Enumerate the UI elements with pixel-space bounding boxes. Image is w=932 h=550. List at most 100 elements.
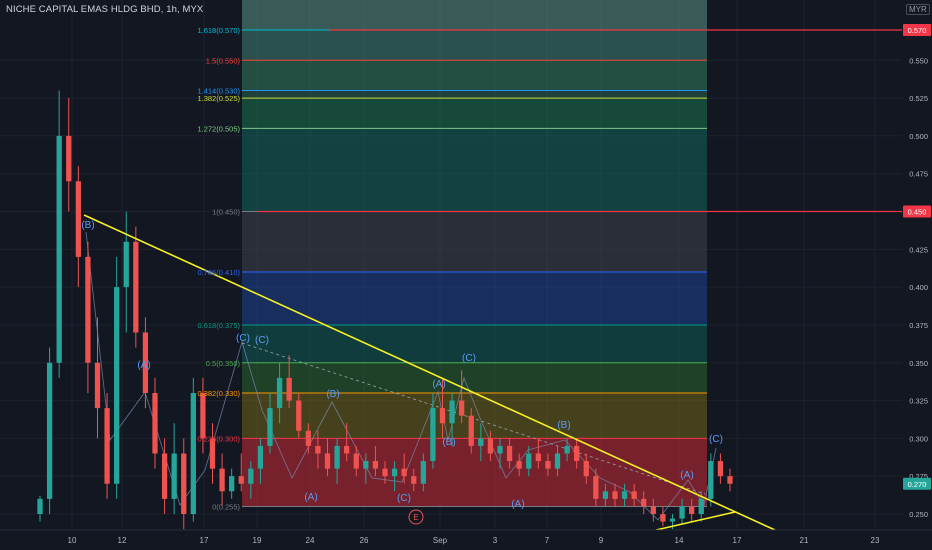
wave-label: (C) bbox=[462, 353, 476, 364]
candle bbox=[344, 445, 350, 454]
price-tag-label: 0.450 bbox=[908, 208, 927, 217]
candle bbox=[564, 445, 570, 454]
fib-zone bbox=[242, 272, 707, 325]
candle bbox=[372, 461, 379, 469]
fib-level-label: 0.618(0.375) bbox=[197, 321, 240, 330]
candle bbox=[631, 491, 637, 499]
candle bbox=[602, 491, 609, 499]
price-tick-label: 0.300 bbox=[909, 434, 928, 443]
time-axis[interactable]: 10 12 17 19 24 26 Sep 3 7 9 14 17 21 23 bbox=[0, 529, 932, 550]
candle bbox=[248, 468, 254, 484]
time-tick-label: 9 bbox=[599, 536, 604, 545]
candle bbox=[612, 491, 618, 499]
price-tag-label: 0.570 bbox=[908, 26, 927, 35]
time-tick-label: 10 bbox=[68, 536, 77, 545]
price-tick-label: 0.500 bbox=[909, 132, 928, 141]
candle bbox=[669, 518, 676, 522]
time-tick-label: 23 bbox=[871, 536, 880, 545]
candle bbox=[516, 461, 522, 469]
price-chart[interactable]: 0(0.255) 0.236(0.300) 0.382(0.330) 0.5(0.35… bbox=[0, 0, 932, 550]
wave-label: (C) bbox=[236, 333, 250, 344]
candle bbox=[535, 453, 541, 462]
candle bbox=[411, 476, 417, 484]
currency-badge[interactable]: MYR bbox=[906, 4, 930, 15]
price-tick-label: 0.375 bbox=[909, 321, 928, 330]
candle bbox=[593, 476, 599, 499]
time-tick-label: 17 bbox=[200, 536, 209, 545]
candle bbox=[717, 461, 724, 477]
time-tick-label: 17 bbox=[733, 536, 742, 545]
time-tick-label: 21 bbox=[800, 536, 809, 545]
price-tick-label: 0.525 bbox=[909, 94, 928, 103]
candle bbox=[430, 408, 436, 462]
wave-label: (A) bbox=[511, 499, 524, 510]
candle bbox=[181, 453, 187, 514]
wave-label: (C) bbox=[709, 434, 723, 445]
wave-label: (B) bbox=[442, 437, 455, 448]
time-tick-label: 14 bbox=[675, 536, 684, 545]
fib-zone bbox=[242, 362, 707, 393]
candle bbox=[449, 400, 455, 424]
candle bbox=[382, 468, 388, 477]
fib-zone bbox=[242, 211, 707, 272]
candle bbox=[114, 287, 120, 484]
candle bbox=[267, 408, 273, 446]
candle bbox=[123, 241, 129, 288]
candle bbox=[574, 445, 580, 462]
fib-level-label: 1.272(0.505) bbox=[197, 124, 240, 133]
fib-level-label: 1.618(0.570) bbox=[197, 26, 240, 35]
wave-label: (A) bbox=[680, 470, 693, 481]
price-tick-label: 0.475 bbox=[909, 170, 928, 179]
candle bbox=[37, 498, 43, 514]
candle bbox=[526, 453, 532, 469]
candle bbox=[104, 408, 110, 484]
time-tick-label: 19 bbox=[253, 536, 262, 545]
candle bbox=[621, 491, 628, 499]
candle bbox=[583, 461, 589, 477]
price-axis-bg bbox=[902, 0, 932, 550]
fib-level-label: 1.5(0.550) bbox=[206, 56, 241, 65]
candle bbox=[305, 430, 311, 446]
candle bbox=[468, 415, 474, 446]
candle bbox=[276, 377, 283, 409]
candle bbox=[85, 256, 91, 363]
fib-zone bbox=[242, 98, 707, 129]
time-tick-label: 3 bbox=[493, 536, 498, 545]
candle bbox=[324, 453, 331, 469]
candle bbox=[315, 445, 321, 454]
candle bbox=[497, 445, 503, 454]
candle bbox=[75, 181, 81, 257]
price-tag-label: 0.270 bbox=[908, 480, 927, 489]
candle bbox=[420, 461, 426, 484]
wave-label: (A) bbox=[432, 379, 445, 390]
wave-label: E bbox=[413, 513, 418, 522]
candle bbox=[363, 461, 369, 469]
candle bbox=[296, 400, 302, 431]
wave-label: (B) bbox=[557, 420, 570, 431]
fib-level-label: 0.786(0.410) bbox=[197, 268, 240, 277]
candle bbox=[171, 453, 177, 499]
fibonacci-labels: 0(0.255) 0.236(0.300) 0.382(0.330) 0.5(0.35… bbox=[197, 26, 240, 511]
price-tick-label: 0.400 bbox=[909, 283, 928, 292]
chart-title: NICHE CAPITAL EMAS HLDG BHD, 1h, MYX bbox=[6, 4, 204, 15]
candle bbox=[161, 453, 168, 499]
candle bbox=[66, 135, 72, 182]
candle bbox=[219, 468, 225, 492]
time-tick-label: 12 bbox=[118, 536, 127, 545]
price-axis[interactable]: 0.550 0.525 0.500 0.475 0.450 0.425 0.400 0.375… bbox=[902, 0, 932, 550]
candle bbox=[133, 241, 139, 333]
candle bbox=[46, 362, 53, 499]
candle bbox=[229, 476, 235, 492]
time-tick-label: 7 bbox=[545, 536, 550, 545]
price-tick-label: 0.325 bbox=[909, 397, 928, 406]
fib-level-label: 0.5(0.350) bbox=[206, 359, 241, 368]
candle bbox=[660, 514, 666, 522]
candle bbox=[257, 445, 264, 469]
candle bbox=[641, 498, 647, 507]
time-tick-label: 26 bbox=[360, 536, 369, 545]
fib-zone bbox=[242, 128, 707, 212]
wave-label: (B) bbox=[326, 389, 339, 400]
candle bbox=[679, 506, 685, 519]
candle bbox=[727, 476, 733, 484]
candle bbox=[56, 135, 62, 363]
